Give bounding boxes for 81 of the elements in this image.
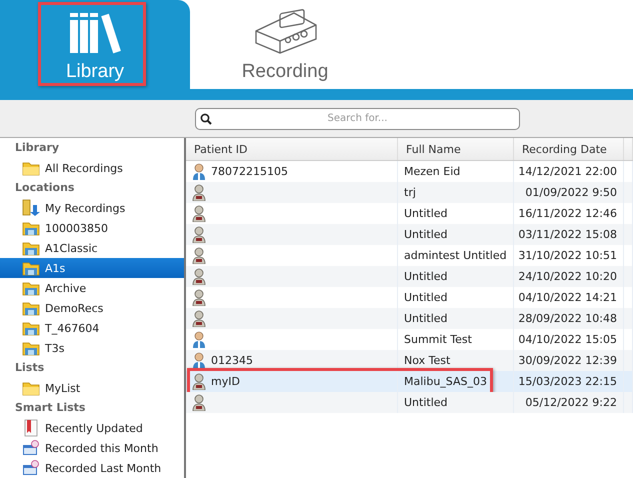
sidebar-item[interactable]: T3s [0, 338, 184, 358]
table-cell: 24/10/2022 10:20 [518, 270, 617, 283]
sidebar-item[interactable]: DemoRecs [0, 298, 184, 318]
table-cell: 16/11/2022 12:46 [518, 207, 617, 220]
person-icon [192, 247, 206, 264]
table-cell: 04/10/2022 15:05 [518, 333, 617, 346]
person-icon [192, 394, 206, 411]
person-icon [192, 184, 206, 201]
sidebar-heading: Library [14, 140, 60, 156]
table-cell: Untitled [404, 228, 448, 241]
table-cell: trj [404, 186, 416, 199]
table-cell: 31/10/2022 10:51 [518, 249, 617, 262]
person-icon [192, 268, 206, 285]
search-field[interactable]: Search for... [195, 108, 520, 130]
sidebar-item[interactable]: Archive [0, 278, 184, 298]
table-cell: 78072215105 [211, 165, 288, 178]
person-icon [192, 373, 206, 390]
table-row[interactable]: 012345 Nox Test 30/09/2022 12:39 [186, 350, 633, 371]
folder-download-icon [22, 199, 40, 217]
sidebar-item[interactable]: My Recordings [0, 198, 184, 218]
table-row[interactable]: Untitled 05/12/2022 9:22 [186, 392, 633, 413]
sidebar-item[interactable]: T_467604 [0, 318, 184, 338]
table-cell: Untitled [404, 207, 448, 220]
table-cell: Untitled [404, 270, 448, 283]
table-row[interactable]: trj 01/09/2022 9:50 [186, 182, 633, 203]
person-icon [192, 310, 206, 327]
table-row[interactable]: Untitled 03/11/2022 15:08 [186, 224, 633, 245]
network-folder-icon [22, 320, 40, 336]
folder-icon [22, 160, 40, 176]
column-header[interactable]: Patient ID [186, 138, 398, 160]
table-row[interactable]: Untitled 24/10/2022 10:20 [186, 266, 633, 287]
sidebar-item[interactable]: MyList [0, 378, 184, 398]
table-cell: Summit Test [404, 333, 472, 346]
search-icon [200, 112, 212, 124]
table-row[interactable]: Untitled 28/09/2022 10:48 [186, 308, 633, 329]
books-icon [67, 11, 123, 55]
table-cell: 14/12/2021 22:00 [518, 165, 617, 178]
sidebar-item[interactable]: A1s [0, 258, 184, 278]
sidebar-item[interactable]: Recently Updated [0, 418, 184, 438]
network-folder-icon [22, 280, 40, 296]
document-bookmark-icon [22, 419, 40, 437]
table-cell: 04/10/2022 14:21 [518, 291, 617, 304]
folder-icon [22, 380, 40, 396]
person-icon [192, 205, 206, 222]
person-icon [192, 226, 206, 243]
network-folder-icon [22, 300, 40, 316]
network-folder-icon [22, 260, 40, 276]
sidebar-item[interactable]: Recorded Last Month [0, 458, 184, 478]
sidebar-heading: Locations [14, 180, 76, 196]
person-icon [192, 352, 206, 369]
table-cell: Untitled [404, 396, 448, 409]
table-cell: myID [211, 375, 240, 388]
sidebar-heading: Lists [14, 360, 46, 376]
table-cell: admintest Untitled [404, 249, 507, 262]
table-cell: 03/11/2022 15:08 [518, 228, 617, 241]
table-cell: Mezen Eid [404, 165, 460, 178]
table-cell: Nox Test [404, 354, 450, 367]
table-cell: 15/03/2023 22:15 [518, 375, 617, 388]
calendar-icon [22, 460, 40, 476]
column-header[interactable]: Full Name [398, 138, 514, 160]
network-folder-icon [22, 240, 40, 256]
network-folder-icon [22, 340, 40, 356]
table-cell: 012345 [211, 354, 253, 367]
table-cell: Untitled [404, 291, 448, 304]
column-header[interactable]: Recording Date [514, 138, 624, 160]
sidebar-item[interactable]: All Recordings [0, 158, 184, 178]
table-cell: 30/09/2022 12:39 [518, 354, 617, 367]
table-cell: Malibu_SAS_03 [404, 375, 487, 388]
sidebar-item[interactable]: A1Classic [0, 238, 184, 258]
person-icon [192, 331, 206, 348]
table-cell: Untitled [404, 312, 448, 325]
sidebar-heading: Smart Lists [14, 400, 86, 416]
sidebar-item[interactable]: 100003850 [0, 218, 184, 238]
network-folder-icon [22, 220, 40, 236]
calendar-icon [22, 440, 40, 456]
person-icon [192, 289, 206, 306]
table-cell: 28/09/2022 10:48 [518, 312, 617, 325]
table-cell: 05/12/2022 9:22 [525, 396, 617, 409]
sidebar-item[interactable]: Recorded this Month [0, 438, 184, 458]
person-icon [192, 163, 206, 180]
table-cell: 01/09/2022 9:50 [525, 186, 617, 199]
